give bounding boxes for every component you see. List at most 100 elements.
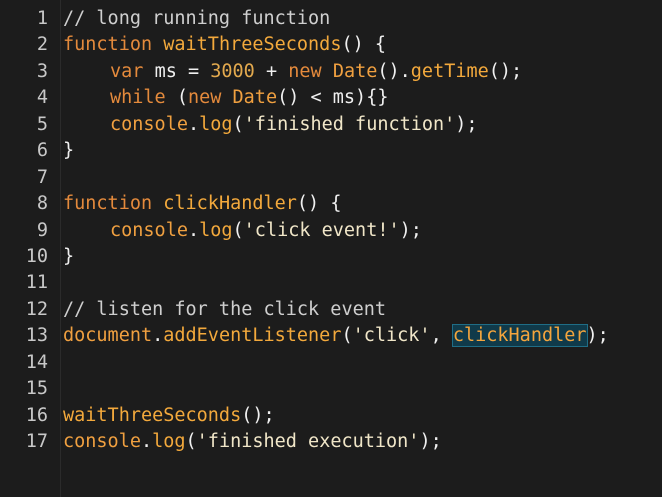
code-token: addEventListener [163, 325, 342, 347]
code-token: log [152, 431, 186, 452]
code-line[interactable]: 15 [0, 376, 662, 402]
code-token: (); [241, 404, 275, 426]
line-code[interactable]: console.log('finished execution'); [63, 429, 442, 455]
code-token: + [254, 60, 289, 82]
code-token: 'finished function' [243, 113, 456, 135]
line-number: 8 [36, 193, 48, 215]
code-token: 3000 [210, 60, 255, 82]
line-code[interactable]: } [63, 244, 74, 270]
line-code[interactable]: document.addEventListener('click', click… [63, 323, 609, 349]
line-number: 5 [36, 113, 48, 135]
code-line[interactable]: 8 function clickHandler() { [0, 191, 662, 217]
code-token: ms = [154, 60, 211, 82]
code-line[interactable]: 3 var ms = 3000 + new Date().getTime(); [0, 59, 662, 85]
code-token: new [288, 60, 333, 82]
code-editor[interactable]: 1 // long running function 2 function waitT… [0, 0, 662, 497]
code-token: . [152, 325, 164, 347]
code-line[interactable]: 16 waitThreeSeconds(); [0, 403, 662, 429]
line-code[interactable]: while (new Date() < ms){} [63, 85, 388, 111]
code-token: clickHandler [163, 193, 297, 215]
code-line[interactable]: 7 [0, 165, 662, 191]
code-token: ); [419, 431, 442, 452]
code-line[interactable]: 12 // listen for the click event [0, 297, 662, 323]
code-token: 'click' [352, 325, 431, 347]
code-token: 'click event!' [243, 219, 400, 241]
line-number: 3 [36, 60, 48, 82]
line-number: 4 [36, 87, 48, 109]
code-token: (); [488, 60, 523, 82]
code-token: () < ms){} [277, 87, 389, 109]
code-token: console [110, 219, 188, 241]
code-line[interactable]: 13 document.addEventListener('click', cli… [0, 323, 662, 349]
line-code[interactable]: function clickHandler() { [63, 191, 341, 217]
line-number: 13 [25, 325, 48, 347]
code-token: console [63, 431, 141, 452]
code-line[interactable]: 11 [0, 270, 662, 296]
line-number: 1 [36, 8, 48, 29]
code-token: ); [586, 325, 609, 347]
line-code[interactable]: // listen for the click event [63, 297, 386, 323]
code-token: . [187, 113, 200, 135]
code-token: console [110, 113, 188, 135]
code-token: ( [176, 87, 188, 109]
code-token: log [199, 113, 233, 135]
code-token: document [63, 325, 153, 347]
code-token: (). [377, 60, 411, 82]
code-token: } [63, 140, 75, 162]
code-lines[interactable]: 1 // long running function 2 function waitT… [0, 6, 662, 455]
line-number: 9 [36, 219, 48, 241]
code-token: waitThreeSeconds [163, 34, 342, 56]
line-number: 12 [25, 298, 48, 320]
code-token: function [63, 34, 164, 56]
line-code[interactable]: console.log('click event!'); [63, 218, 422, 244]
code-token: // listen for the click event [63, 298, 387, 320]
code-token: ); [455, 113, 478, 135]
code-token: while [110, 87, 177, 109]
code-token: ( [232, 113, 244, 135]
line-code[interactable]: } [63, 138, 74, 164]
code-token: 'finished execution' [196, 431, 420, 452]
code-line[interactable]: 14 [0, 350, 662, 376]
code-token: waitThreeSeconds [63, 404, 242, 426]
line-number: 7 [36, 166, 48, 188]
code-token: , [430, 325, 453, 347]
code-token: ( [232, 219, 244, 241]
code-token: ( [341, 325, 353, 347]
code-line[interactable]: 6} [0, 138, 662, 164]
line-number: 16 [25, 404, 48, 426]
selected-token: clickHandler [451, 324, 588, 348]
code-line[interactable]: 2 function waitThreeSeconds() { [0, 32, 662, 58]
code-token: getTime [410, 60, 489, 82]
code-token: // long running function [63, 8, 331, 29]
line-number: 17 [25, 431, 48, 452]
code-token: . [187, 219, 200, 241]
code-token: Date [232, 87, 278, 109]
line-number: 6 [36, 140, 48, 162]
code-line[interactable]: 10} [0, 244, 662, 270]
line-number: 10 [25, 245, 48, 267]
line-number: 14 [25, 351, 48, 373]
code-token: var [110, 60, 155, 82]
line-number: 11 [25, 272, 48, 294]
code-token: () { [341, 34, 387, 56]
code-token: () { [296, 193, 342, 215]
line-code[interactable]: console.log('finished function'); [63, 112, 478, 138]
code-token: function [63, 193, 164, 215]
line-code[interactable]: // long running function [63, 6, 330, 32]
code-token: . [140, 431, 153, 452]
line-code[interactable]: function waitThreeSeconds() { [63, 32, 386, 58]
line-code[interactable]: waitThreeSeconds(); [63, 403, 275, 429]
code-token: ); [399, 219, 422, 241]
code-line[interactable]: 9 console.log('click event!'); [0, 218, 662, 244]
code-token: new [187, 87, 233, 109]
code-line[interactable]: 5 console.log('finished function'); [0, 112, 662, 138]
code-line[interactable]: 4 while (new Date() < ms){} [0, 85, 662, 111]
code-token: log [199, 219, 233, 241]
line-number: 15 [25, 378, 48, 400]
line-code[interactable]: var ms = 3000 + new Date().getTime(); [63, 59, 522, 85]
code-token: } [63, 245, 75, 267]
code-line[interactable]: 17 console.log('finished execution'); [0, 429, 662, 455]
code-token: ( [185, 431, 197, 452]
line-number: 2 [36, 34, 48, 56]
code-line[interactable]: 1 // long running function [0, 6, 662, 32]
